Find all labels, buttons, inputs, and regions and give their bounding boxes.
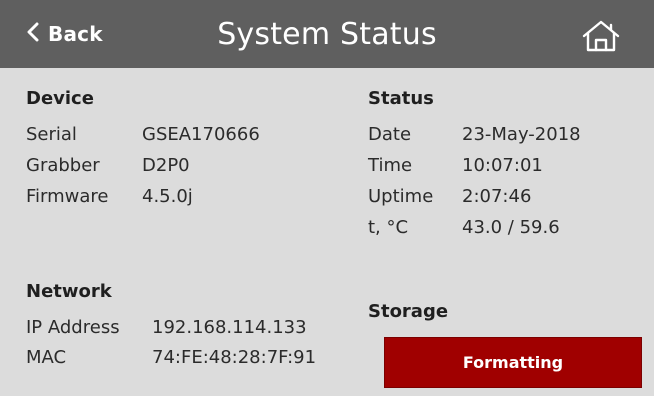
network-ip-value: 192.168.114.133 [152, 317, 307, 338]
page-title: System Status [217, 16, 437, 52]
status-temp-label: t, °C [368, 217, 409, 238]
status-uptime-value: 2:07:46 [462, 186, 532, 207]
storage-title: Storage [368, 301, 449, 322]
status-title: Status [368, 88, 434, 109]
device-title: Device [26, 88, 94, 109]
home-icon [580, 20, 622, 58]
status-temp-value: 43.0 / 59.6 [462, 217, 560, 238]
device-serial-label: Serial [26, 124, 77, 145]
status-date-label: Date [368, 124, 412, 145]
formatting-button-label: Formatting [462, 353, 564, 372]
network-mac-label: MAC [26, 347, 67, 368]
network-mac-value: 74:FE:48:28:7F:91 [152, 347, 317, 368]
network-ip-label: IP Address [26, 317, 120, 338]
device-grabber-value: D2P0 [142, 155, 190, 176]
status-time-label: Time [368, 155, 413, 176]
device-serial-value: GSEA170666 [142, 124, 260, 145]
device-firmware-label: Firmware [26, 186, 109, 207]
formatting-button[interactable]: Formatting [384, 337, 642, 388]
device-grabber-label: Grabber [26, 155, 100, 176]
status-date-value: 23-May-2018 [462, 124, 581, 145]
top-bar: Back System Status [0, 0, 654, 68]
status-time-value: 10:07:01 [462, 155, 543, 176]
network-title: Network [26, 281, 112, 302]
home-button[interactable] [580, 18, 622, 54]
status-uptime-label: Uptime [368, 186, 434, 207]
device-firmware-value: 4.5.0j [142, 186, 193, 207]
